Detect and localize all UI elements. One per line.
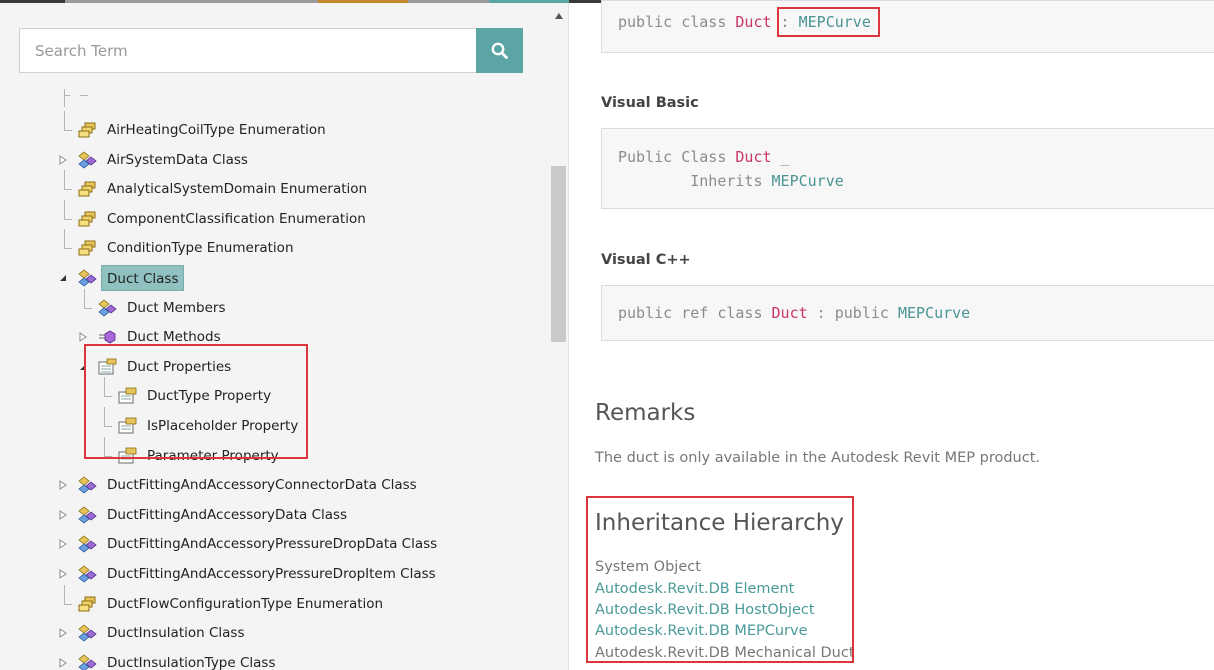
tree-node[interactable]: AirSystemData Class: [58, 149, 548, 171]
tree-node[interactable]: DuctFittingAndAccessoryConnectorData Cla…: [58, 474, 548, 496]
scrollbar-thumb[interactable]: [551, 166, 566, 342]
csharp-prefix: public class: [618, 13, 736, 31]
class-icon: [78, 624, 97, 642]
scroll-up-arrow[interactable]: [554, 11, 564, 21]
vb-header: Visual Basic: [601, 95, 699, 111]
highlight-box-inheritance: [586, 496, 854, 663]
vb-line-continuation: _: [771, 148, 790, 166]
tree-node[interactable]: DuctFittingAndAccessoryPressureDropData …: [58, 533, 548, 555]
tree-node-label-selected: Duct Class: [101, 265, 185, 291]
csharp-type-name: Duct: [735, 13, 772, 31]
class-icon: [78, 506, 97, 524]
expand-arrow-icon[interactable]: [59, 510, 67, 520]
tree-node[interactable]: Duct Members: [78, 297, 548, 319]
tree-node[interactable]: AirHeatingCoilType Enumeration: [58, 119, 548, 141]
vb-inherits: Inherits: [618, 172, 772, 190]
tree-node-label: ComponentClassification Enumeration: [107, 211, 366, 227]
class-icon: [78, 535, 97, 553]
tree-node[interactable]: DuctFlowConfigurationType Enumeration: [58, 593, 548, 615]
vb-prefix: Public Class: [618, 148, 736, 166]
csharp-syntax-block: public class Duct : MEPCurve: [601, 0, 1214, 53]
cpp-header: Visual C++: [601, 252, 691, 268]
highlight-box-base-type: [777, 7, 880, 37]
remarks-text: The duct is only available in the Autode…: [595, 450, 1041, 466]
tree-connector: [80, 95, 88, 96]
tree-node-label: DuctFittingAndAccessoryPressureDropItem …: [107, 566, 436, 582]
tree-node[interactable]: DuctFittingAndAccessoryPressureDropItem …: [58, 563, 548, 585]
tree-node-label: AirSystemData Class: [107, 152, 248, 168]
tree-connector: [64, 89, 65, 107]
collapse-arrow-icon[interactable]: [59, 273, 67, 283]
navigation-pane: AirHeatingCoilType Enumeration AirSystemD…: [0, 3, 569, 670]
tree-connector: [64, 95, 70, 96]
expand-arrow-icon[interactable]: [59, 569, 67, 579]
enumeration-icon: [78, 595, 97, 613]
tree-node-label: Duct Members: [127, 300, 226, 316]
cpp-separator: : public: [807, 304, 898, 322]
expand-arrow-icon[interactable]: [59, 480, 67, 490]
tree-node-label: DuctFlowConfigurationType Enumeration: [107, 596, 384, 612]
cpp-prefix: public ref class: [618, 304, 772, 322]
tree-node-label: DuctInsulation Class: [107, 625, 245, 641]
expand-arrow-icon[interactable]: [59, 539, 67, 549]
highlight-box-properties: [84, 344, 308, 459]
enumeration-icon: [78, 210, 97, 228]
expand-arrow-icon[interactable]: [59, 155, 67, 165]
class-icon: [78, 476, 97, 494]
tree-node[interactable]: ConditionType Enumeration: [58, 237, 548, 259]
vb-type-name: Duct: [735, 148, 772, 166]
tree-node[interactable]: Duct Class: [58, 265, 548, 291]
tree-node-label: AirHeatingCoilType Enumeration: [107, 122, 326, 138]
content-pane: public class Duct : MEPCurve Visual Basi…: [570, 0, 1214, 670]
cpp-base-type[interactable]: MEPCurve: [898, 304, 970, 322]
tree-node-label: DuctFittingAndAccessoryData Class: [107, 507, 348, 523]
enumeration-icon: [78, 239, 97, 257]
expand-arrow-icon[interactable]: [59, 658, 67, 668]
tree-node[interactable]: DuctInsulation Class: [58, 622, 548, 644]
vb-syntax-block: Public Class Duct _ Inherits MEPCurve: [601, 128, 1214, 209]
expand-arrow-icon[interactable]: [79, 332, 87, 342]
tree-node-label: DuctFittingAndAccessoryConnectorData Cla…: [107, 477, 417, 493]
tree-node-label: DuctInsulationType Class: [107, 655, 276, 670]
class-icon: [78, 151, 97, 169]
tree-node[interactable]: DuctFittingAndAccessoryData Class: [58, 504, 548, 526]
class-icon: [98, 299, 117, 317]
tree-node-label: ConditionType Enumeration: [107, 240, 294, 256]
tree-node-label: AnalyticalSystemDomain Enumeration: [107, 181, 368, 197]
cpp-type-name: Duct: [771, 304, 808, 322]
tree-node[interactable]: DuctInsulationType Class: [58, 652, 548, 670]
tree-node[interactable]: AnalyticalSystemDomain Enumeration: [58, 178, 548, 200]
topic-tree: AirHeatingCoilType Enumeration AirSystemD…: [0, 3, 548, 670]
class-icon: [78, 654, 97, 670]
enumeration-icon: [78, 121, 97, 139]
cpp-syntax-block: public ref class Duct : public MEPCurve: [601, 285, 1214, 341]
expand-arrow-icon[interactable]: [59, 628, 67, 638]
enumeration-icon: [78, 180, 97, 198]
remarks-title: Remarks: [595, 400, 696, 426]
class-icon: [78, 565, 97, 583]
vb-base-type[interactable]: MEPCurve: [772, 172, 844, 190]
tree-node[interactable]: ComponentClassification Enumeration: [58, 208, 548, 230]
tree-node-label: DuctFittingAndAccessoryPressureDropData …: [107, 536, 438, 552]
class-icon: [78, 269, 97, 287]
